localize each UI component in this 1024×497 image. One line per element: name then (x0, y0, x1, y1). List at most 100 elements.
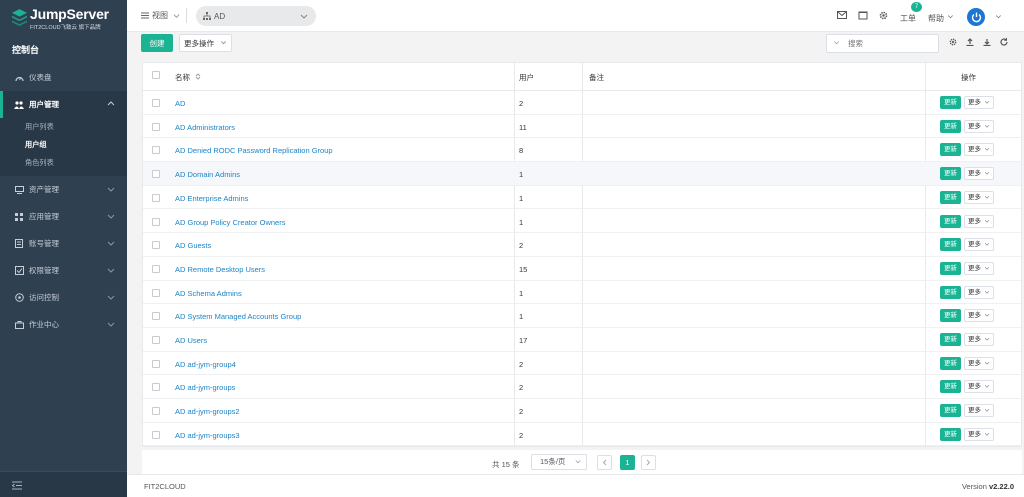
group-name-link[interactable]: AD ad-jym-groups (175, 383, 235, 392)
group-name-link[interactable]: AD Schema Admins (175, 289, 242, 298)
chevron-down-icon[interactable] (833, 40, 840, 46)
logo[interactable]: JumpServer FIT2CLOUD飞致云 旗下品牌 (10, 6, 122, 34)
sidebar-subitem-user-list[interactable]: 用户列表 (0, 118, 127, 136)
update-button[interactable]: 更新 (940, 356, 961, 370)
view-switcher[interactable]: 视图 (141, 10, 180, 21)
group-name-link[interactable]: AD Guests (175, 241, 211, 250)
settings-icon[interactable] (949, 38, 957, 46)
org-selector[interactable]: AD (196, 6, 316, 26)
group-name-link[interactable]: AD Enterprise Admins (175, 194, 248, 203)
row-checkbox[interactable] (152, 359, 160, 368)
table-row[interactable]: AD Guests 2 更新 更多 (143, 233, 1021, 257)
sidebar-subitem-user-groups[interactable]: 用户组 (0, 136, 127, 154)
more-actions-dropdown[interactable]: 更多 (964, 404, 994, 418)
table-row[interactable]: AD ad-jym-groups 2 更新 更多 (143, 375, 1021, 400)
sidebar-item-ops[interactable]: 作业中心 (0, 311, 127, 338)
more-actions-dropdown[interactable]: 更多 (964, 96, 994, 109)
sidebar-item-assets[interactable]: 资产管理 (0, 176, 127, 203)
group-name-link[interactable]: AD Users (175, 336, 207, 345)
collapse-sidebar-icon[interactable] (12, 481, 22, 490)
export-icon[interactable] (983, 38, 991, 46)
update-button[interactable]: 更新 (940, 167, 961, 181)
sidebar-subitem-roles[interactable]: 角色列表 (0, 154, 127, 172)
more-actions-dropdown[interactable]: 更多 (964, 333, 994, 346)
update-button[interactable]: 更新 (940, 427, 961, 441)
more-actions-dropdown[interactable]: 更多 (964, 167, 994, 181)
sidebar-item-dashboard[interactable]: 仪表盘 (0, 64, 127, 91)
row-checkbox[interactable] (152, 312, 160, 321)
update-button[interactable]: 更新 (940, 285, 961, 299)
column-header-users[interactable]: 用户 (519, 72, 534, 83)
update-button[interactable]: 更新 (940, 190, 961, 204)
row-checkbox[interactable] (152, 336, 160, 344)
update-button[interactable]: 更新 (940, 261, 961, 275)
import-icon[interactable] (966, 38, 974, 46)
select-all-checkbox[interactable] (152, 71, 160, 79)
row-checkbox[interactable] (152, 146, 160, 155)
more-actions-dropdown[interactable]: 更多 (964, 119, 994, 133)
row-checkbox[interactable] (152, 122, 160, 131)
group-name-link[interactable]: AD ad-jym-group4 (175, 360, 236, 369)
row-checkbox[interactable] (152, 193, 160, 202)
update-button[interactable]: 更新 (940, 119, 961, 133)
group-name-link[interactable]: AD Domain Admins (175, 170, 240, 179)
more-actions-dropdown[interactable]: 更多 (964, 190, 994, 204)
table-row[interactable]: AD ad-jym-group4 2 更新 更多 (143, 352, 1021, 376)
row-checkbox[interactable] (152, 288, 160, 297)
column-header-name[interactable]: 名称 (175, 72, 201, 83)
web-terminal-icon[interactable] (858, 11, 868, 20)
mail-icon[interactable] (837, 11, 847, 19)
settings-icon[interactable] (879, 11, 888, 20)
table-row[interactable]: AD Denied RODC Password Replication Grou… (143, 138, 1021, 163)
more-actions-dropdown[interactable]: 更多 (964, 380, 994, 394)
group-name-link[interactable]: AD (175, 99, 185, 108)
sidebar-item-acl[interactable]: 访问控制 (0, 284, 127, 311)
update-button[interactable]: 更新 (940, 380, 961, 394)
page-number-current[interactable]: 1 (620, 455, 635, 470)
avatar[interactable] (967, 8, 985, 26)
more-actions-dropdown[interactable]: 更多 (964, 214, 994, 228)
table-row[interactable]: AD Administrators 11 更新 更多 (143, 115, 1021, 139)
update-button[interactable]: 更新 (940, 333, 961, 346)
table-row[interactable]: AD Users 17 更新 更多 (143, 328, 1021, 352)
update-button[interactable]: 更新 (940, 96, 961, 109)
column-header-comment[interactable]: 备注 (589, 72, 604, 83)
row-checkbox[interactable] (152, 241, 160, 250)
table-row[interactable]: AD Remote Desktop Users 15 更新 更多 (143, 257, 1021, 281)
update-button[interactable]: 更新 (940, 238, 961, 252)
group-name-link[interactable]: AD Administrators (175, 123, 235, 132)
table-row[interactable]: AD Domain Admins 1 更新 更多 (143, 162, 1021, 186)
update-button[interactable]: 更新 (940, 404, 961, 418)
group-name-link[interactable]: AD Denied RODC Password Replication Grou… (175, 146, 333, 155)
group-name-link[interactable]: AD Remote Desktop Users (175, 265, 265, 274)
table-row[interactable]: AD System Managed Accounts Group 1 更新 更多 (143, 304, 1021, 328)
sidebar-item-apps[interactable]: 应用管理 (0, 203, 127, 230)
sidebar-item-permissions[interactable]: 权限管理 (0, 257, 127, 284)
table-row[interactable]: AD Schema Admins 1 更新 更多 (143, 281, 1021, 305)
row-checkbox[interactable] (152, 430, 160, 439)
group-name-link[interactable]: AD Group Policy Creator Owners (175, 218, 285, 227)
search-input[interactable] (826, 34, 939, 53)
help-menu[interactable]: 帮助 (928, 13, 944, 24)
table-row[interactable]: AD ad-jym-groups3 2 更新 更多 (143, 423, 1021, 447)
row-checkbox[interactable] (152, 99, 160, 107)
prev-page-button[interactable] (597, 455, 612, 470)
row-checkbox[interactable] (152, 170, 160, 179)
tickets-link[interactable]: 工单 (900, 13, 916, 24)
chevron-down-icon[interactable] (947, 14, 954, 20)
group-name-link[interactable]: AD System Managed Accounts Group (175, 312, 301, 321)
table-row[interactable]: AD ad-jym-groups2 2 更新 更多 (143, 399, 1021, 423)
group-name-link[interactable]: AD ad-jym-groups2 (175, 407, 240, 416)
refresh-icon[interactable] (1000, 38, 1008, 46)
update-button[interactable]: 更新 (940, 214, 961, 228)
chevron-down-icon[interactable] (995, 14, 1002, 20)
table-row[interactable]: AD Enterprise Admins 1 更新 更多 (143, 186, 1021, 210)
update-button[interactable]: 更新 (940, 143, 961, 157)
sidebar-item-users[interactable]: 用户管理 (0, 91, 127, 118)
more-actions-dropdown[interactable]: 更多 (964, 309, 994, 323)
row-checkbox[interactable] (152, 217, 160, 226)
next-page-button[interactable] (641, 455, 656, 470)
page-size-select[interactable]: 15条/页 (531, 454, 587, 470)
more-actions-dropdown[interactable]: 更多 (964, 427, 994, 441)
update-button[interactable]: 更新 (940, 309, 961, 323)
